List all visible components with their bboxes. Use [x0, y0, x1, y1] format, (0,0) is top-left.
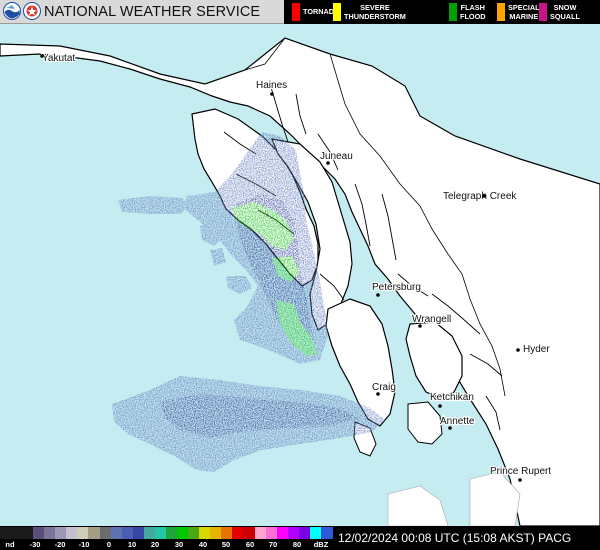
- scale-tick-label: 60: [245, 540, 255, 549]
- place-label-haines: Haines: [256, 80, 287, 91]
- scale-tick-label: -10: [78, 540, 90, 549]
- place-label-yakutat: Yakutat: [42, 53, 75, 64]
- header-bar: NATIONAL WEATHER SERVICE TORNADO SEVERE T…: [0, 0, 600, 24]
- scale-color-cell: [254, 527, 267, 539]
- place-marker-ketchikan: [438, 404, 442, 408]
- scale-color-cell: [121, 527, 134, 539]
- warning-color-swatch: [292, 3, 300, 21]
- place-marker-yakutat: [40, 54, 44, 58]
- warning-label: SNOW SQUALL: [550, 3, 580, 21]
- warning-legend: TORNADO SEVERE THUNDERSTORM FLASH FLOOD SPE…: [284, 0, 600, 24]
- scale-tick-label: 80: [292, 540, 302, 549]
- footer-bar: nd -30 -20 -10 0 10 20 30 40 50 60 70 80 dBZ 12/02/20…: [0, 526, 600, 550]
- scale-color-cell: [88, 527, 101, 539]
- place-marker-juneau: [326, 161, 330, 165]
- place-marker-wrangell: [418, 324, 422, 328]
- scale-tick-label: 20: [150, 540, 160, 549]
- scale-color-cell: [143, 527, 156, 539]
- place-label-telegraph-creek: Telegraph Creek: [443, 191, 517, 202]
- scale-color-cell: [221, 527, 233, 539]
- warning-color-swatch: [449, 3, 457, 21]
- scale-color-cell: [154, 527, 167, 539]
- scale-color-cell: [309, 527, 322, 539]
- place-label-prince-rupert: Prince Rupert: [490, 466, 551, 477]
- scale-color-cell: [199, 527, 211, 539]
- scale-tick-label: 50: [221, 540, 231, 549]
- scale-color-cell: [44, 527, 56, 539]
- dbz-color-scale: nd -30 -20 -10 0 10 20 30 40 50 60 70 80 dBZ: [0, 527, 335, 549]
- scale-tick-label: dBZ: [313, 540, 329, 549]
- scale-tick-label: -20: [54, 540, 66, 549]
- scale-tick-label: 30: [174, 540, 184, 549]
- warning-label: SEVERE THUNDERSTORM: [344, 3, 406, 21]
- radar-map: Yakutat Haines Juneau Telegraph Creek Peters…: [0, 24, 600, 526]
- warning-color-swatch: [333, 3, 341, 21]
- place-label-petersburg: Petersburg: [372, 282, 421, 293]
- scale-tick-label: nd: [5, 540, 15, 549]
- scale-color-cell: [99, 527, 112, 539]
- scale-color-cell: [22, 527, 34, 539]
- scale-color-cell: [77, 527, 89, 539]
- place-label-annette: Annette: [440, 416, 475, 427]
- place-label-wrangell: Wrangell: [412, 314, 451, 325]
- scale-tick-label: 0: [106, 540, 112, 549]
- scale-color-cell: [33, 527, 45, 539]
- noaa-logo-icon: [3, 2, 21, 20]
- scale-color-cell: [320, 527, 333, 539]
- place-label-juneau: Juneau: [320, 151, 353, 162]
- scale-color-cell: [66, 527, 78, 539]
- warning-label: FLASH FLOOD: [460, 3, 486, 21]
- place-marker-hyder: [516, 348, 520, 352]
- scale-color-cell: [165, 527, 178, 539]
- place-marker-haines: [270, 92, 274, 96]
- scale-color-cell: [265, 527, 278, 539]
- place-marker-prince-rupert: [518, 478, 522, 482]
- scale-color-cell: [243, 527, 256, 539]
- scale-color-cell: [298, 527, 311, 539]
- scale-color-cell: [177, 527, 189, 539]
- map-canvas: Yakutat Haines Juneau Telegraph Creek Peters…: [0, 24, 600, 526]
- scale-color-cell: [55, 527, 67, 539]
- scale-tick-label: 10: [127, 540, 137, 549]
- scale-color-cell: [132, 527, 145, 539]
- agency-name: NATIONAL WEATHER SERVICE: [44, 4, 261, 20]
- place-label-ketchikan: Ketchikan: [430, 392, 474, 403]
- scale-color-cell: [188, 527, 200, 539]
- place-label-hyder: Hyder: [523, 344, 550, 355]
- place-marker-annette: [448, 426, 452, 430]
- scale-color-cell: [287, 527, 300, 539]
- nws-logo-icon: [23, 2, 41, 20]
- scale-color-cell: [276, 527, 289, 539]
- warning-label: SPECIAL MARINE: [508, 3, 540, 21]
- scale-tick-label: -30: [29, 540, 41, 549]
- place-marker-telegraph-creek: [482, 194, 486, 198]
- place-marker-craig: [376, 392, 380, 396]
- warning-color-swatch: [497, 3, 505, 21]
- warning-color-swatch: [539, 3, 547, 21]
- scale-color-cell: [210, 527, 222, 539]
- scale-tick-label: 70: [268, 540, 278, 549]
- scale-tick-label: 40: [198, 540, 208, 549]
- place-marker-petersburg: [376, 293, 380, 297]
- radar-timestamp: 12/02/2024 00:08 UTC (15:08 AKST) PACG: [338, 531, 572, 545]
- scale-color-cell: [232, 527, 244, 539]
- scale-color-cell: [110, 527, 123, 539]
- scale-cell-nd: [0, 527, 22, 539]
- place-label-craig: Craig: [372, 382, 396, 393]
